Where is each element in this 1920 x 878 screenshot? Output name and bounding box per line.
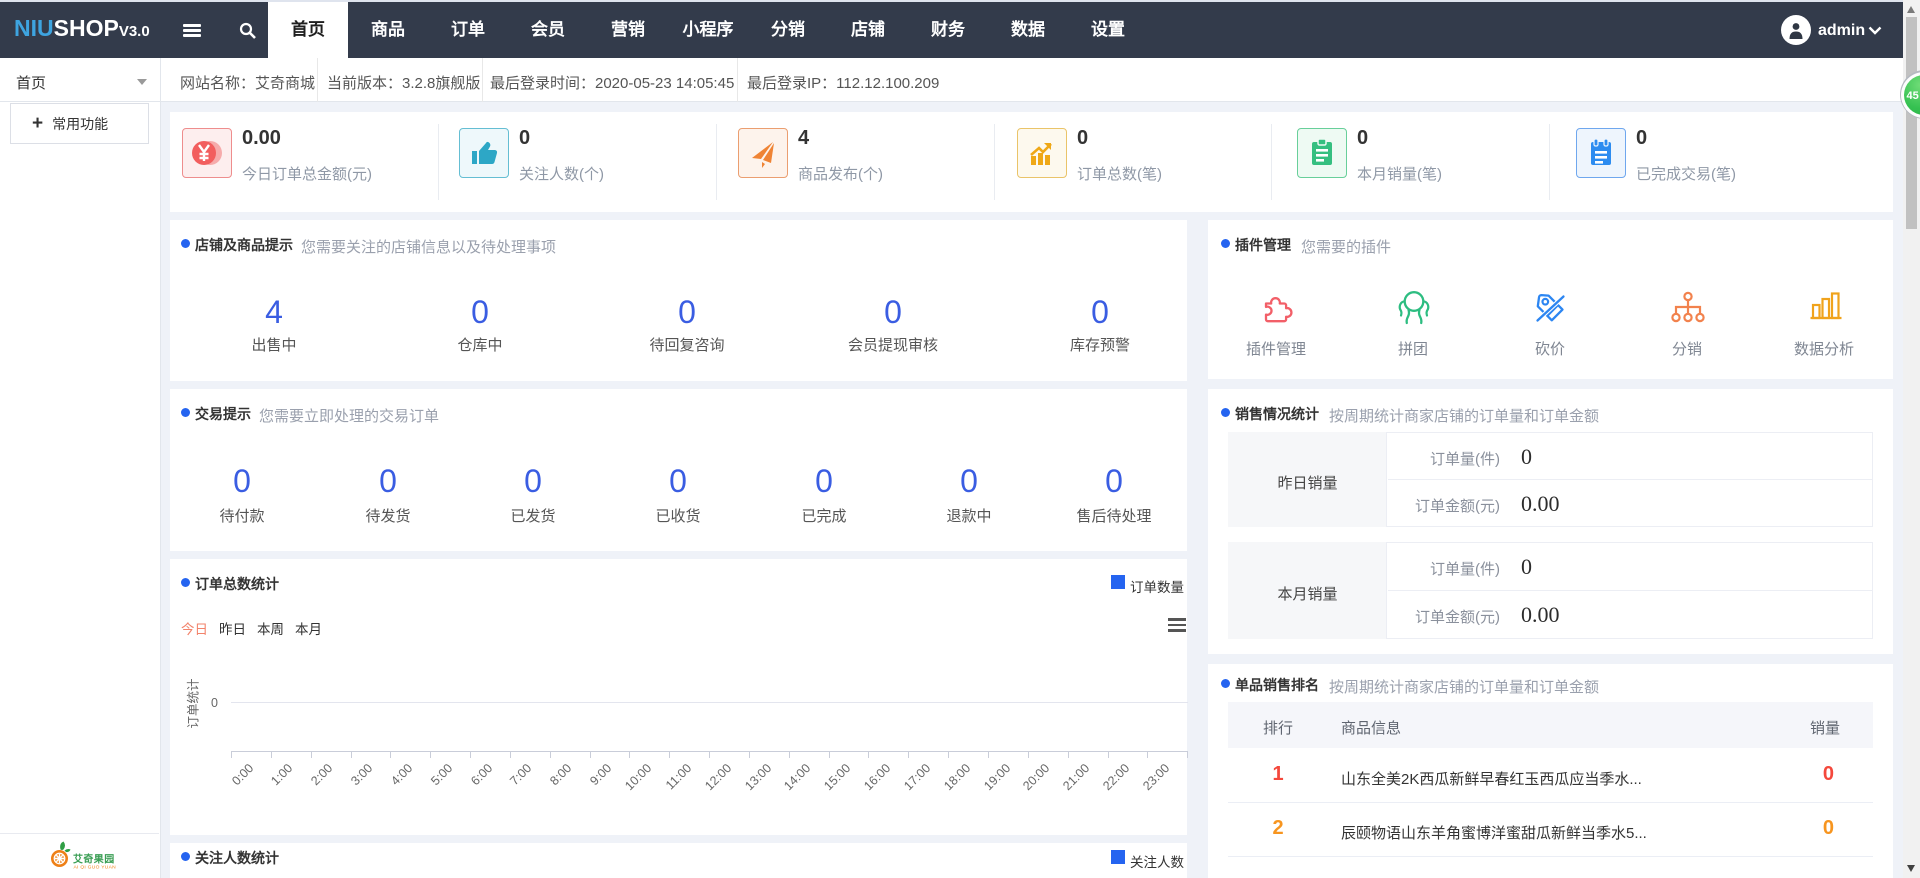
svg-text:AI QI GUO YUAN: AI QI GUO YUAN (74, 865, 117, 870)
svg-text:艾奇果园: 艾奇果园 (73, 853, 115, 866)
